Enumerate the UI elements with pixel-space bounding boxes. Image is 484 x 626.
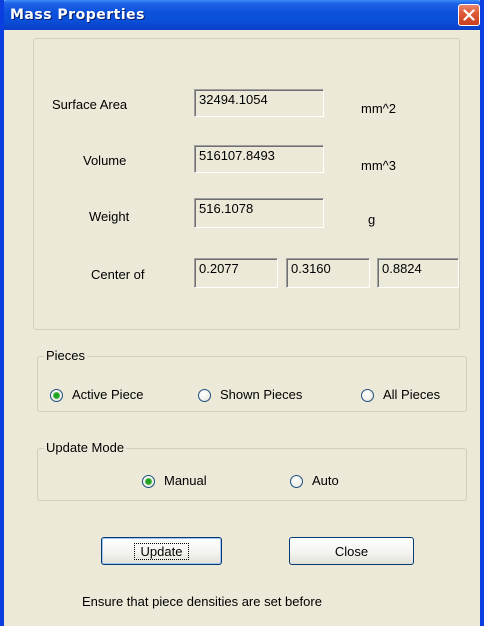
update-button[interactable]: Update: [101, 537, 222, 565]
radio-auto-label: Auto: [312, 473, 339, 488]
volume-value: 516107.8493: [194, 145, 324, 173]
radio-button-icon: [142, 474, 155, 488]
center-y-value: 0.3160: [286, 258, 370, 288]
center-label: Center of: [91, 267, 145, 282]
radio-button-icon: [198, 388, 211, 402]
update-mode-legend: Update Mode: [44, 440, 127, 456]
radio-active-piece[interactable]: Active Piece: [50, 387, 144, 403]
radio-button-icon: [50, 388, 63, 402]
radio-manual[interactable]: Manual: [142, 473, 207, 489]
footer-note: Ensure that piece densities are set befo…: [82, 594, 322, 609]
radio-shown-pieces-label: Shown Pieces: [220, 387, 303, 402]
radio-all-pieces-label: All Pieces: [383, 387, 441, 402]
surface-area-label: Surface Area: [52, 97, 128, 112]
mass-properties-dialog: Mass Properties Surface Area 32494.1054 …: [0, 0, 484, 626]
radio-button-icon: [290, 474, 303, 488]
close-button-label: Close: [334, 543, 369, 559]
radio-manual-label: Manual: [164, 473, 207, 488]
update-mode-group: Update Mode: [37, 440, 467, 501]
radio-auto[interactable]: Auto: [290, 473, 339, 489]
surface-area-value: 32494.1054: [194, 89, 324, 117]
close-window-button[interactable]: [458, 4, 480, 26]
volume-label: Volume: [83, 153, 127, 168]
radio-all-pieces[interactable]: All Pieces: [361, 387, 440, 403]
radio-shown-pieces[interactable]: Shown Pieces: [198, 387, 302, 403]
update-button-label: Update: [133, 542, 190, 560]
window-title: Mass Properties: [10, 7, 145, 23]
pieces-group: Pieces: [37, 348, 467, 412]
title-bar[interactable]: Mass Properties: [4, 0, 480, 30]
center-x-value: 0.2077: [194, 258, 278, 288]
volume-unit: mm^3: [361, 158, 396, 173]
pieces-legend: Pieces: [44, 348, 88, 364]
weight-label: Weight: [89, 209, 130, 224]
surface-area-unit: mm^2: [361, 101, 396, 116]
center-z-value: 0.8824: [377, 258, 459, 288]
weight-unit: g: [368, 212, 376, 227]
radio-active-piece-label: Active Piece: [72, 387, 144, 402]
radio-button-icon: [361, 388, 374, 402]
close-button[interactable]: Close: [289, 537, 414, 565]
close-x-icon: [463, 9, 475, 21]
weight-value: 516.1078: [194, 198, 324, 228]
